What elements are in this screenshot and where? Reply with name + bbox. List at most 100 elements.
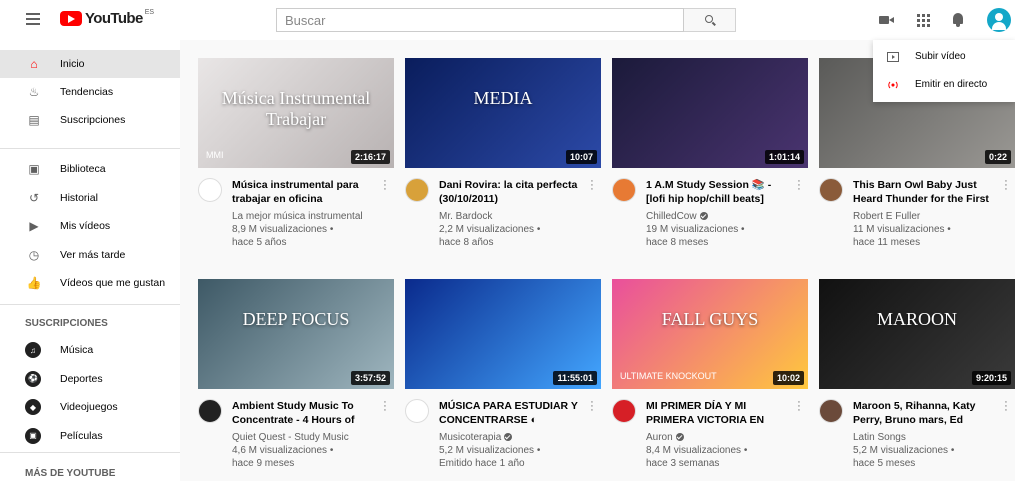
video-card[interactable]: MEDIA 10:07 Dani Rovira: la cita perfecta … xyxy=(405,58,601,258)
channel-name-row[interactable]: ChilledCow xyxy=(646,210,806,223)
my-videos-icon: ▶ xyxy=(29,219,39,233)
sidebar-divider xyxy=(0,304,180,305)
search-input[interactable]: Buscar xyxy=(276,8,684,32)
channel-name[interactable]: Latin Songs xyxy=(853,432,906,443)
channel-name-row[interactable]: Auron xyxy=(646,431,806,444)
country-code: ES xyxy=(144,9,155,16)
verified-badge-icon xyxy=(675,433,684,441)
search-button[interactable] xyxy=(684,8,736,32)
video-title[interactable]: Dani Rovira: la cita perfecta (30/10/201… xyxy=(439,178,583,206)
notifications-bell-icon[interactable] xyxy=(950,12,966,28)
music-channel-icon: ♫ xyxy=(25,342,41,358)
thumbnail-text: DEEP FOCUS xyxy=(242,309,350,329)
library-icon: ▣ xyxy=(28,162,40,176)
subscription-label: Videojuegos xyxy=(60,401,118,413)
create-menu: Subir vídeo Emitir en directo xyxy=(873,40,1015,102)
channel-name[interactable]: Auron xyxy=(646,432,673,443)
video-duration: 3:57:52 xyxy=(350,371,390,385)
sidebar-item-watch-later[interactable]: ◷ Ver más tarde xyxy=(0,241,180,269)
video-card[interactable]: 11:55:01 MÚSICA PARA ESTUDIAR Y CONCENTRA… xyxy=(405,279,601,479)
more-options-icon[interactable]: · · · xyxy=(589,176,595,195)
channel-avatar[interactable] xyxy=(198,178,222,202)
more-options-icon[interactable]: · · · xyxy=(382,176,388,195)
channel-avatar[interactable] xyxy=(819,399,843,423)
channel-name-row[interactable]: Musicoterapia xyxy=(439,431,599,444)
go-live-item[interactable]: Emitir en directo xyxy=(873,72,1015,98)
video-title[interactable]: MÚSICA PARA ESTUDIAR Y CONCENTRARSE ◐ RE… xyxy=(439,399,583,427)
subscription-item[interactable]: ▣ Películas xyxy=(0,422,180,450)
movies-channel-icon: ▣ xyxy=(25,427,41,444)
channel-avatar[interactable] xyxy=(198,399,222,423)
more-options-icon[interactable]: · · · xyxy=(589,397,595,416)
channel-avatar[interactable] xyxy=(819,178,843,202)
create-video-icon[interactable] xyxy=(878,12,894,28)
channel-name-row[interactable]: Latin Songs xyxy=(853,431,1013,444)
subscription-item[interactable]: ⚽ Deportes xyxy=(0,365,180,393)
channel-name[interactable]: Mr. Bardock xyxy=(439,211,492,222)
channel-name[interactable]: Quiet Quest - Study Music xyxy=(232,432,349,443)
video-thumbnail[interactable]: Música Instrumental Trabajar MMI 2:16:17 xyxy=(198,58,394,168)
video-thumbnail[interactable]: 11:55:01 xyxy=(405,279,601,389)
sidebar-item-label: Ver más tarde xyxy=(60,248,126,261)
subscription-item[interactable]: ◆ Videojuegos xyxy=(0,393,180,421)
sidebar-item-label: Historial xyxy=(60,191,98,204)
sidebar-item-library[interactable]: ▣ Biblioteca xyxy=(0,155,180,183)
channel-avatar[interactable] xyxy=(612,178,636,202)
view-count: 19 M visualizaciones • xyxy=(646,224,745,235)
more-options-icon[interactable]: · · · xyxy=(796,176,802,195)
view-count: 5,2 M visualizaciones • xyxy=(439,445,541,456)
channel-name-row[interactable]: Quiet Quest - Study Music xyxy=(232,431,392,444)
channel-name[interactable]: Robert E Fuller xyxy=(853,211,920,222)
apps-grid-icon[interactable] xyxy=(915,12,931,28)
menu-icon[interactable] xyxy=(26,13,40,25)
video-card[interactable]: DEEP FOCUS 3:57:52 Ambient Study Music To … xyxy=(198,279,394,479)
sidebar-divider xyxy=(0,148,180,149)
channel-name[interactable]: La mejor música instrumental xyxy=(232,211,363,222)
channel-name-row[interactable]: Robert E Fuller xyxy=(853,210,1013,223)
thumbnail-text: MEDIA xyxy=(473,88,533,108)
video-title[interactable]: This Barn Owl Baby Just Heard Thunder fo… xyxy=(853,178,997,206)
video-thumbnail[interactable]: FALL GUYS ULTIMATE KNOCKOUT 10:02 xyxy=(612,279,808,389)
video-metadata: ChilledCow 19 M visualizaciones • hace 8 m… xyxy=(646,210,806,249)
upload-video-icon xyxy=(887,52,899,62)
video-card[interactable]: Música Instrumental Trabajar MMI 2:16:17 Mú… xyxy=(198,58,394,258)
more-options-icon[interactable]: · · · xyxy=(796,397,802,416)
channel-avatar[interactable] xyxy=(405,399,429,423)
sidebar-item-my-videos[interactable]: ▶ Mis vídeos xyxy=(0,212,180,240)
sidebar-item-home[interactable]: ⌂ Inicio xyxy=(0,50,180,78)
sidebar-item-history[interactable]: ↺ Historial xyxy=(0,184,180,212)
video-thumbnail[interactable]: MAROON 9:20:15 xyxy=(819,279,1015,389)
subscription-item[interactable]: ♫ Música xyxy=(0,336,180,364)
channel-name-row[interactable]: La mejor música instrumental xyxy=(232,210,392,223)
sidebar-item-subscriptions[interactable]: ▤ Suscripciones xyxy=(0,106,180,134)
upload-age: hace 9 meses xyxy=(232,458,295,469)
sidebar-item-trending[interactable]: ♨ Tendencias xyxy=(0,78,180,106)
video-metadata: Auron 8,4 M visualizaciones • hace 3 seman… xyxy=(646,431,806,470)
sidebar-item-label: Tendencias xyxy=(60,86,114,98)
more-from-youtube-heading: MÁS DE YOUTUBE xyxy=(25,468,116,479)
account-avatar[interactable] xyxy=(987,8,1011,32)
video-thumbnail[interactable]: DEEP FOCUS 3:57:52 xyxy=(198,279,394,389)
channel-avatar[interactable] xyxy=(612,399,636,423)
more-options-icon[interactable]: · · · xyxy=(1003,397,1009,416)
video-title[interactable]: MI PRIMER DÍA Y MI PRIMERA VICTORIA EN F… xyxy=(646,399,790,427)
more-options-icon[interactable]: · · · xyxy=(382,397,388,416)
video-title[interactable]: Ambient Study Music To Concentrate - 4 H… xyxy=(232,399,376,427)
channel-name[interactable]: Musicoterapia xyxy=(439,432,501,443)
video-thumbnail[interactable]: MEDIA 10:07 xyxy=(405,58,601,168)
video-title[interactable]: Maroon 5, Rihanna, Katy Perry, Bruno mar… xyxy=(853,399,997,427)
video-card[interactable]: 1:01:14 1 A.M Study Session 📚 - [lofi hip… xyxy=(612,58,808,258)
video-thumbnail[interactable]: 1:01:14 xyxy=(612,58,808,168)
video-duration: 10:07 xyxy=(565,150,597,164)
video-title[interactable]: 1 A.M Study Session 📚 - [lofi hip hop/ch… xyxy=(646,178,790,206)
channel-name[interactable]: ChilledCow xyxy=(646,211,697,222)
video-card[interactable]: FALL GUYS ULTIMATE KNOCKOUT 10:02 MI PRIMER… xyxy=(612,279,808,479)
channel-name-row[interactable]: Mr. Bardock xyxy=(439,210,599,223)
video-title[interactable]: Música instrumental para trabajar en ofi… xyxy=(232,178,376,206)
upload-video-item[interactable]: Subir vídeo xyxy=(873,44,1015,70)
channel-avatar[interactable] xyxy=(405,178,429,202)
youtube-logo[interactable]: YouTube ES xyxy=(60,9,155,27)
more-options-icon[interactable]: · · · xyxy=(1003,176,1009,195)
video-card[interactable]: MAROON 9:20:15 Maroon 5, Rihanna, Katy Per… xyxy=(819,279,1015,479)
sidebar-item-liked-videos[interactable]: 👍 Vídeos que me gustan xyxy=(0,269,180,297)
